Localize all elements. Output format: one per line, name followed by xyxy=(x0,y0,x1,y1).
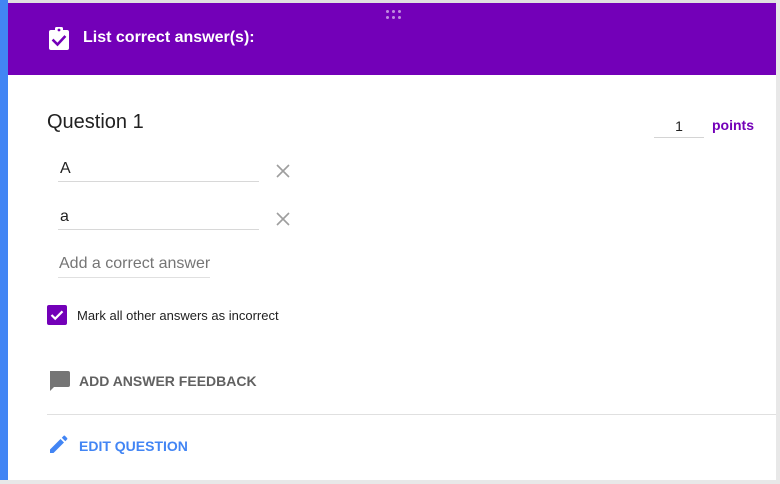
answer-field-2[interactable]: a xyxy=(58,204,259,230)
mark-incorrect-checkbox[interactable] xyxy=(47,305,67,325)
add-correct-answer-input[interactable]: Add a correct answer xyxy=(58,253,210,278)
card-bottom-border xyxy=(0,480,780,484)
answer-text: a xyxy=(60,208,69,225)
divider xyxy=(47,414,776,415)
mark-incorrect-label: Mark all other answers as incorrect xyxy=(77,308,279,323)
answer-field-1[interactable]: A xyxy=(58,156,259,182)
remove-answer-1-close-icon[interactable] xyxy=(274,162,292,180)
feedback-label: ADD ANSWER FEEDBACK xyxy=(79,373,257,389)
points-input[interactable] xyxy=(654,114,704,138)
remove-answer-2-close-icon[interactable] xyxy=(274,210,292,228)
answer-key-card: List correct answer(s): Question 1 point… xyxy=(0,0,780,484)
card-left-accent xyxy=(0,0,8,484)
answer-key-header: List correct answer(s): xyxy=(8,3,776,75)
points-label: points xyxy=(712,117,754,133)
drag-handle[interactable] xyxy=(384,9,404,21)
question-title: Question 1 xyxy=(47,111,144,133)
comment-icon xyxy=(47,370,71,392)
card-right-border xyxy=(776,0,780,484)
pencil-icon xyxy=(49,434,69,454)
assignment-check-icon xyxy=(48,27,70,51)
header-title: List correct answer(s): xyxy=(83,29,255,46)
answer-text: A xyxy=(60,160,71,177)
edit-question-label: EDIT QUESTION xyxy=(79,438,188,454)
checkmark-icon xyxy=(50,310,64,321)
